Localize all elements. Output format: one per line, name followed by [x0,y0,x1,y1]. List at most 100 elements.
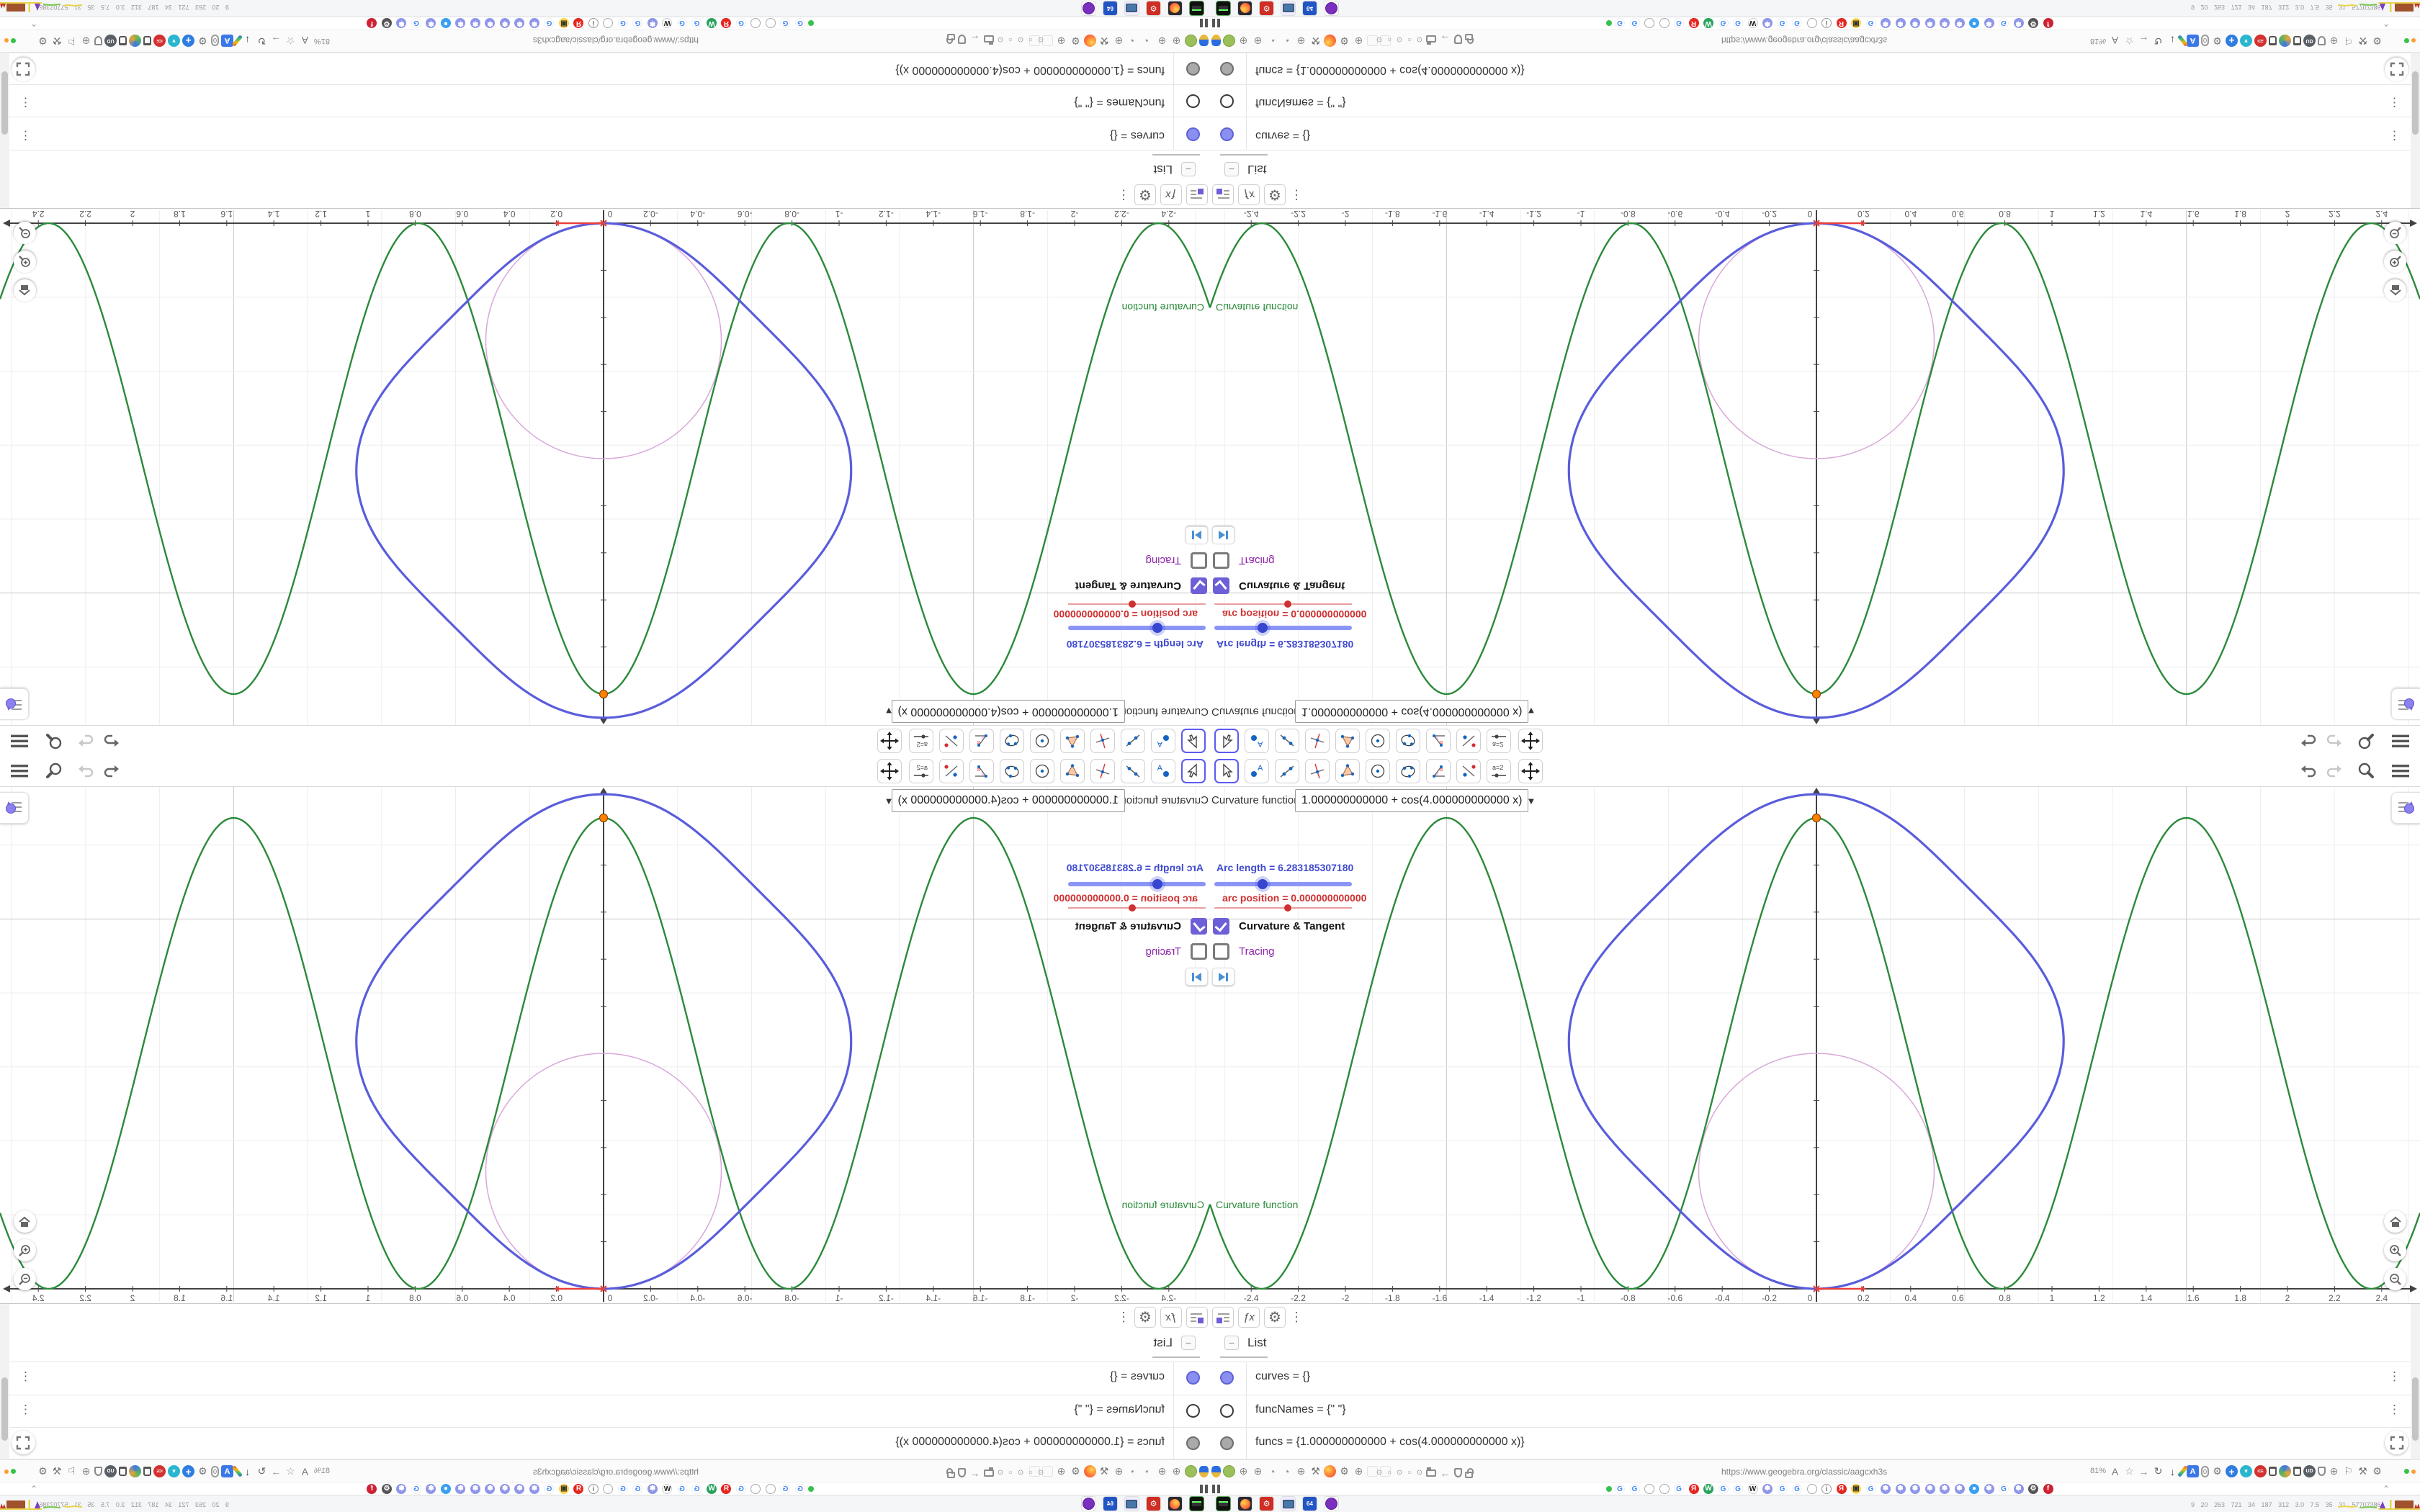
tab-favicon-flower[interactable]: ✽ [2013,1484,2024,1494]
tab-favicon-yandex[interactable]: Я [1836,1484,1847,1494]
tab-favicon-flower[interactable]: ✽ [647,1484,658,1494]
tool-reflect[interactable] [939,759,964,783]
ext-globe-icon[interactable]: ⊕ [2328,1465,2340,1477]
tab-favicon-flower[interactable]: ✽ [1940,18,1950,28]
taskbar-app-firefox[interactable] [1168,1496,1183,1511]
ext-gear-icon[interactable]: ⚙ [197,1465,209,1477]
scrollbar-thumb[interactable] [2412,71,2419,135]
arc-position-slider-knob[interactable] [1284,600,1291,608]
arc-position-slider[interactable] [1068,600,1206,608]
ext-redball-icon[interactable]: ICE [2254,35,2267,47]
tab-favicon-google[interactable]: G [1629,1484,1640,1494]
ext-dotring-icon[interactable]: ⊙ [1376,35,1383,43]
ext-download-icon[interactable]: ↓ [241,1465,254,1477]
scrollbar-thumb[interactable] [1,1377,8,1441]
ext-gear-icon[interactable]: ⚙ [1070,35,1082,47]
tool-line[interactable] [1275,729,1299,753]
tab-favicon-wiki[interactable]: W [1747,1484,1758,1494]
ext-gauge-icon[interactable]: ◔ [1127,35,1139,47]
undo-button[interactable] [2298,730,2319,752]
ext-globe-icon[interactable]: ⊕ [1156,35,1168,47]
scrollbar-thumb[interactable] [2412,1377,2419,1441]
arc-length-slider[interactable] [1214,620,1352,636]
ext-udcircle-icon[interactable]: UD [104,35,117,47]
tab-favicon-info[interactable]: i [588,18,599,28]
ext-globe-icon[interactable]: ⊕ [1353,1465,1365,1477]
tool-perpendicular-line[interactable] [1305,759,1330,783]
animation-play-button[interactable] [1186,968,1208,986]
ext-star-icon[interactable]: ☆ [284,1465,297,1477]
visibility-toggle[interactable] [1220,1436,1234,1450]
fx-button[interactable]: ƒx [1238,184,1260,205]
ext-gear-icon[interactable]: ⚙ [37,35,49,47]
ext-thumb-icon[interactable]: ⚐ [2342,35,2354,47]
ext-plusblue-icon[interactable]: + [182,1465,194,1477]
visibility-toggle[interactable] [1186,1371,1200,1385]
ext-download-icon[interactable]: ↓ [2166,35,2179,47]
tool-circle[interactable] [1030,759,1054,783]
tab-favicon-google[interactable]: G [1674,1484,1684,1494]
ext-gear-icon[interactable]: ⚙ [2371,35,2383,47]
tracing-checkbox[interactable] [1191,943,1207,960]
tab-favicon-google[interactable]: G [677,18,687,28]
ext-pill-icon[interactable]: 0 [2201,1465,2209,1477]
visibility-toggle[interactable] [1186,62,1200,76]
taskbar-app-drive[interactable] [1189,1496,1204,1511]
ext-udcircle-icon[interactable]: UD [104,1465,117,1477]
tab-favicon-dot[interactable] [766,18,776,28]
taskbar-app-redgear[interactable]: ⚙ [1146,1496,1161,1511]
ext-globecolor-icon[interactable] [129,35,141,47]
ext-ring-icon[interactable]: ○ [1007,35,1014,43]
tab-favicon-flower[interactable]: ✽ [1895,18,1906,28]
tab-favicon-flower[interactable]: ✽ [500,18,510,28]
tab-favicon-flower[interactable]: ✽ [485,1484,496,1494]
ext-wrench-icon[interactable]: ⚒ [1098,35,1111,47]
tab-favicon-flower[interactable]: ✽ [396,1484,407,1494]
tab-favicon-flower[interactable]: ✽ [1954,1484,1965,1494]
tab-favicon-google[interactable]: G [1733,1484,1743,1494]
ext-shieldc-icon[interactable] [958,35,966,44]
search-button[interactable] [43,730,65,752]
taskbar-app-purple[interactable] [1081,1496,1096,1511]
ext-pin-icon[interactable] [1211,1465,1221,1477]
tracing-checkbox[interactable] [1213,552,1229,569]
tab-favicon-dot[interactable] [750,18,761,28]
ext-trash-icon[interactable] [2269,36,2277,45]
collapse-group-button[interactable]: − [1181,1336,1196,1350]
ext-globe-icon[interactable]: ⊕ [1170,1465,1183,1477]
graphics-stylebar-button[interactable] [0,688,29,720]
taskbar-app-redgear[interactable]: ⚙ [1259,1496,1274,1511]
ext-arrowright-icon[interactable]: → [270,35,282,47]
tab-favicon-image[interactable]: ▣ [1851,18,1861,28]
algebra-row-funcnames[interactable]: funcNames = {" "} ⋮ [0,84,1210,117]
tool-polygon[interactable] [1060,729,1085,753]
tab-favicon-yandex[interactable]: Я [1688,1484,1699,1494]
tool-angle[interactable]: α [1426,759,1451,783]
taskbar-app-floppy[interactable]: 64 [1103,1496,1118,1511]
tab-favicon-info[interactable]: i [588,1484,599,1494]
ext-thumb-icon[interactable]: ⚐ [66,1465,78,1477]
scrollbar-track[interactable] [0,1304,9,1459]
tab-favicon-wiki[interactable]: W [662,18,673,28]
taskbar-app-drive[interactable] [1216,1496,1231,1511]
zoom-in-button[interactable] [14,251,36,273]
algebra-style-button[interactable] [1212,184,1234,205]
ext-wrench-icon[interactable]: ⚒ [1098,1465,1111,1477]
scrollbar-thumb[interactable] [1,71,8,135]
ext-ring-icon[interactable]: ○ [1386,1469,1393,1477]
algebra-settings-button[interactable]: ⚙ [1134,1307,1156,1328]
ext-tealshield-icon[interactable]: ▾ [168,35,180,47]
ext-folder-icon[interactable] [1426,1467,1436,1477]
tab-favicon-google[interactable]: G [795,18,805,28]
visibility-toggle[interactable] [1186,1436,1200,1450]
tool-angle[interactable]: α [969,729,994,753]
arc-length-slider[interactable] [1068,620,1206,636]
zoom-in-button[interactable] [2384,251,2406,273]
undo-button[interactable] [101,760,122,782]
tool-pan-view[interactable] [1518,759,1543,783]
collapse-group-button[interactable]: − [1224,1336,1239,1350]
visibility-toggle[interactable] [1220,1371,1234,1385]
tool-slider[interactable]: a=2 [1487,729,1511,753]
home-button[interactable] [2384,279,2406,302]
ext-gear-icon[interactable]: ⚙ [1338,35,1350,47]
